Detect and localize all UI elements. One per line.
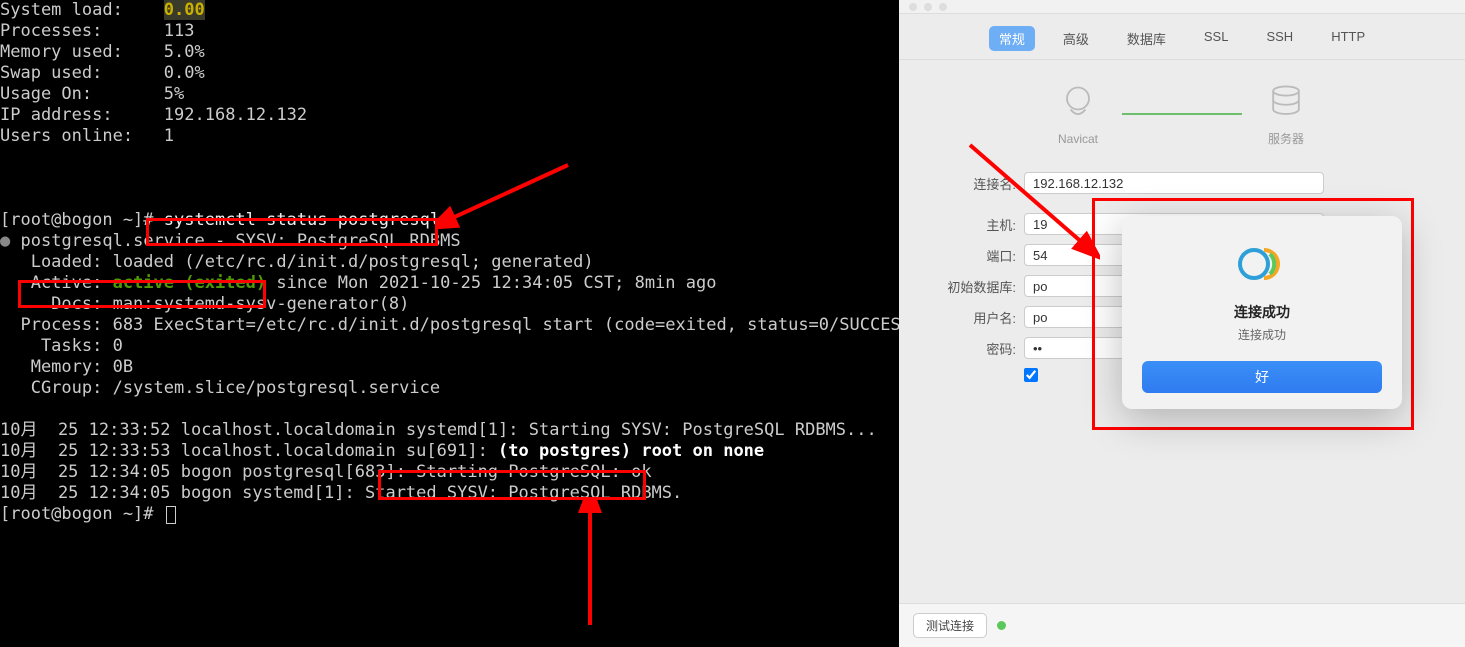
status-dot (997, 621, 1006, 630)
initdb-label: 初始数据库: (929, 277, 1024, 296)
footer: 测试连接 (899, 603, 1465, 647)
terminal-output: System load: 0.00 Processes: 113 Memory … (0, 0, 899, 525)
tab-database[interactable]: 数据库 (1117, 26, 1176, 51)
cgroup-line: CGroup: /system.slice/postgresql.service (0, 378, 440, 398)
stat-label: IP address: (0, 105, 113, 125)
process-line: Process: 683 ExecStart=/etc/rc.d/init.d/… (0, 315, 899, 335)
server-label: 服务器 (1268, 130, 1304, 147)
active-since: since Mon 2021-10-25 12:34:05 CST; 8min … (266, 273, 716, 293)
log-bold: (to postgres) root on none (498, 441, 764, 461)
tab-http[interactable]: HTTP (1321, 26, 1375, 51)
log-line: 10月 25 12:34:05 bogon systemd[1]: Starte… (0, 483, 682, 503)
pass-label: 密码: (929, 339, 1024, 358)
log-line: 10月 25 12:34:05 bogon postgresql[683]: S… (0, 462, 652, 482)
stat-value: 0.00 (164, 0, 205, 20)
stat-label: Usage On: (0, 84, 92, 104)
database-icon (1264, 80, 1308, 124)
prompt: [root@bogon ~]# (0, 210, 154, 230)
titlebar (899, 0, 1465, 14)
popup-title: 连接成功 (1142, 302, 1382, 322)
loaded-line: Loaded: loaded (/etc/rc.d/init.d/postgre… (0, 252, 594, 272)
service-line: postgresql.service - SYSV: PostgreSQL RD… (21, 231, 461, 251)
tab-bar: 常规 高级 数据库 SSL SSH HTTP (899, 14, 1465, 60)
cursor (166, 506, 176, 524)
stat-value: 5% (164, 84, 184, 104)
user-label: 用户名: (929, 308, 1024, 327)
memory-line: Memory: 0B (0, 357, 133, 377)
tasks-line: Tasks: 0 (0, 336, 123, 356)
prompt: [root@bogon ~]# (0, 504, 164, 524)
command: systemctl status postgresql (154, 210, 441, 230)
terminal-window[interactable]: System load: 0.00 Processes: 113 Memory … (0, 0, 899, 647)
stat-label: Swap used: (0, 63, 102, 83)
navicat-label: Navicat (1058, 132, 1098, 146)
stat-value: 192.168.12.132 (164, 105, 307, 125)
stat-label: Users online: (0, 126, 133, 146)
port-label: 端口: (929, 246, 1024, 265)
navicat-logo-icon (1234, 236, 1290, 292)
stat-value: 113 (164, 21, 195, 41)
conn-name-label: 连接名: (929, 174, 1024, 193)
success-dialog: 连接成功 连接成功 好 (1122, 216, 1402, 409)
stat-value: 0.0% (164, 63, 205, 83)
stat-value: 5.0% (164, 42, 205, 62)
docs-line: Docs: man:systemd-sysv-generator(8) (0, 294, 409, 314)
popup-ok-button[interactable]: 好 (1142, 361, 1382, 393)
tab-advanced[interactable]: 高级 (1053, 26, 1099, 51)
save-password-checkbox[interactable] (1024, 368, 1038, 382)
conn-name-input[interactable] (1024, 172, 1324, 194)
stat-value: 1 (164, 126, 174, 146)
stat-label: Memory used: (0, 42, 123, 62)
host-label: 主机: (929, 215, 1024, 234)
log-line: 10月 25 12:33:53 localhost.localdomain su… (0, 441, 498, 461)
popup-subtitle: 连接成功 (1142, 326, 1382, 343)
active-label: Active: (0, 273, 113, 293)
connection-line (1122, 113, 1242, 115)
stat-label: System load: (0, 0, 123, 20)
tab-ssl[interactable]: SSL (1194, 26, 1239, 51)
tab-general[interactable]: 常规 (989, 26, 1035, 51)
log-line: 10月 25 12:33:52 localhost.localdomain sy… (0, 420, 877, 440)
test-connection-button[interactable]: 测试连接 (913, 613, 987, 638)
navicat-icon (1056, 82, 1100, 126)
traffic-lights[interactable] (909, 3, 947, 11)
connection-diagram: Navicat 服务器 (929, 80, 1435, 147)
tab-ssh[interactable]: SSH (1256, 26, 1303, 51)
stat-label: Processes: (0, 21, 102, 41)
active-status: active (exited) (113, 273, 267, 293)
